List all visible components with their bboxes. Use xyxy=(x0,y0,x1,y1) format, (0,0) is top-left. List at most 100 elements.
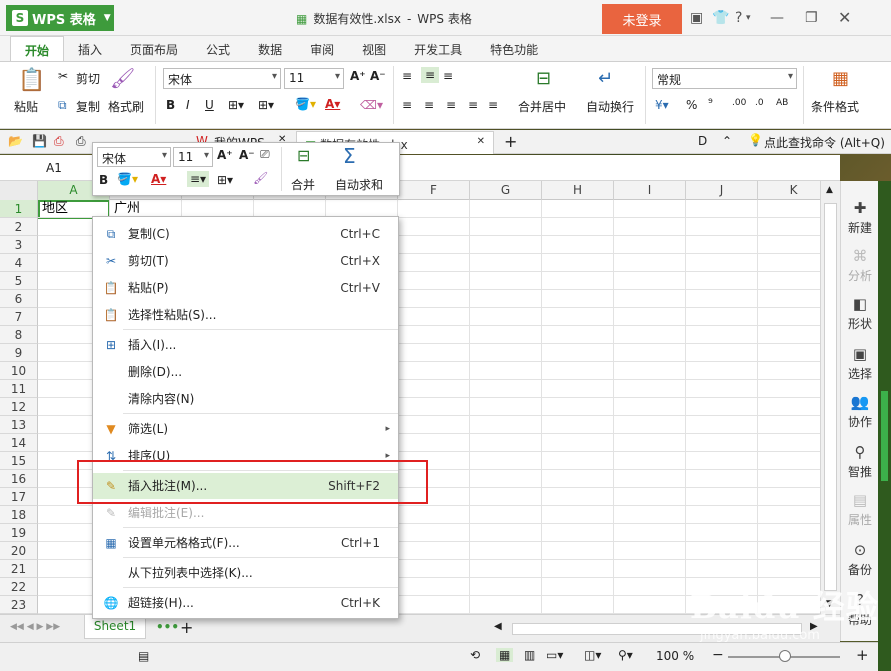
row-header[interactable]: 17 xyxy=(0,488,38,506)
row-header[interactable]: 3 xyxy=(0,236,38,254)
copy-icon[interactable]: ⧉ xyxy=(58,98,67,113)
decrease-decimal-icon[interactable]: .0 xyxy=(755,98,764,108)
menu-item[interactable]: 📋 粘贴(P) Ctrl+V xyxy=(93,275,398,301)
cell-style-icon[interactable]: ⊞▾ xyxy=(258,98,274,112)
pdf-icon[interactable]: ⎙ xyxy=(54,134,64,149)
shirt-icon[interactable]: 👕 xyxy=(712,10,729,26)
align-left-icon[interactable]: ≡ xyxy=(402,98,412,112)
zoom-slider-thumb[interactable] xyxy=(779,650,791,662)
row-header[interactable]: 15 xyxy=(0,452,38,470)
more-sheets-icon[interactable]: ••• xyxy=(156,620,179,634)
side-select-button[interactable]: ▣ 选择 xyxy=(841,345,879,382)
font-name-select[interactable]: 宋体 xyxy=(163,68,281,89)
column-header[interactable]: J xyxy=(686,181,758,200)
add-sheet-button[interactable]: + xyxy=(180,618,193,637)
column-header[interactable]: I xyxy=(614,181,686,200)
align-middle-icon[interactable]: ≡ xyxy=(421,67,440,83)
paste-button[interactable]: 粘贴 xyxy=(14,98,38,115)
currency-icon[interactable]: ¥▾ xyxy=(655,98,669,112)
scroll-up-icon[interactable]: ▲ xyxy=(826,185,833,195)
login-button[interactable]: 未登录 xyxy=(602,4,682,34)
menu-item[interactable]: 删除(D)... xyxy=(93,359,398,385)
mini-merge-button[interactable]: 合并 xyxy=(291,176,315,193)
row-header[interactable]: 18 xyxy=(0,506,38,524)
italic-icon[interactable]: I xyxy=(186,98,190,112)
tab-developer[interactable]: 开发工具 xyxy=(400,36,476,61)
scissors-icon[interactable]: ✂ xyxy=(58,69,68,83)
mini-font-name-select[interactable]: 宋体 xyxy=(97,147,171,167)
mini-bold-icon[interactable]: B xyxy=(99,173,108,187)
menu-item[interactable]: ▼ 筛选(L) ▸ xyxy=(93,416,398,442)
cell-a1[interactable]: 地区 xyxy=(42,200,68,218)
tab-page-layout[interactable]: 页面布局 xyxy=(116,36,192,61)
mini-font-color-icon[interactable]: A▾ xyxy=(151,172,166,186)
side-collab-button[interactable]: 👥 协作 xyxy=(841,393,879,430)
merge-center-icon[interactable]: ⊟ xyxy=(536,68,551,89)
number-convert-icon[interactable]: AB xyxy=(776,98,788,108)
menu-item[interactable]: 清除内容(N) xyxy=(93,386,398,412)
align-center-icon[interactable]: ≡ xyxy=(424,98,434,112)
comma-button[interactable]: ⁹ xyxy=(708,96,713,110)
sheet-nav-icon[interactable]: ◀◀ ◀ ▶ ▶▶ xyxy=(10,622,60,632)
tab-home[interactable]: 开始 xyxy=(10,36,65,61)
column-header[interactable]: F xyxy=(398,181,470,200)
side-shape-button[interactable]: ◧ 形状 xyxy=(841,295,879,332)
row-header[interactable]: 9 xyxy=(0,344,38,362)
wrap-text-icon[interactable]: ↵ xyxy=(598,68,613,89)
align-bottom-icon[interactable]: ≡ xyxy=(443,69,453,83)
open-folder-icon[interactable]: 📂 xyxy=(8,134,23,148)
zoom-level[interactable]: 100 % xyxy=(656,649,694,663)
close-tab-icon[interactable]: ✕ xyxy=(477,136,485,147)
collapse-ribbon-icon[interactable]: ⌃ xyxy=(722,134,732,148)
tab-data[interactable]: 数据 xyxy=(244,36,296,61)
tab-review[interactable]: 审阅 xyxy=(296,36,348,61)
fill-color-icon[interactable]: 🪣▾ xyxy=(295,97,316,111)
distribute-icon[interactable]: ≡ xyxy=(488,98,498,112)
mini-fill-color-icon[interactable]: 🪣▾ xyxy=(117,172,138,186)
side-backup-button[interactable]: ⊙ 备份 xyxy=(841,541,879,578)
menu-item[interactable]: ▦ 设置单元格格式(F)... Ctrl+1 xyxy=(93,530,398,556)
restore-icon[interactable]: ❐ xyxy=(805,10,818,26)
row-header[interactable]: 20 xyxy=(0,542,38,560)
save-icon[interactable]: 💾 xyxy=(32,134,47,148)
mini-merge-icon[interactable]: ⊟ xyxy=(297,146,310,165)
font-shrink-icon[interactable]: A⁻ xyxy=(370,69,386,83)
minimize-icon[interactable]: — xyxy=(770,10,784,26)
page-layout-view-icon[interactable]: ▭▾ xyxy=(546,648,563,662)
side-new-button[interactable]: ✚ 新建 xyxy=(841,199,879,236)
number-format-select[interactable]: 常规 xyxy=(652,68,797,89)
side-properties-button[interactable]: ▤ 属性 xyxy=(841,491,879,528)
column-header[interactable]: K xyxy=(758,181,820,200)
mini-border-icon[interactable]: ⊞▾ xyxy=(217,173,233,187)
reading-view-icon[interactable]: ◫▾ xyxy=(584,648,601,662)
tab-view[interactable]: 视图 xyxy=(348,36,400,61)
find-command-input[interactable]: 点此查找命令 (Alt+Q) xyxy=(764,134,885,151)
border-icon[interactable]: ⊞▾ xyxy=(228,98,244,112)
zoom-out-button[interactable]: − xyxy=(712,647,724,663)
conditional-format-button[interactable]: 条件格式 xyxy=(811,98,859,115)
close-icon[interactable]: ✕ xyxy=(838,8,851,27)
row-header[interactable]: 14 xyxy=(0,434,38,452)
mini-font-grow-icon[interactable]: A⁺ xyxy=(217,148,233,162)
row-header[interactable]: 1 xyxy=(0,200,38,218)
mini-align-icon[interactable]: ≡▾ xyxy=(187,171,210,187)
mini-font-shrink-icon[interactable]: A⁻ xyxy=(239,148,255,162)
percent-button[interactable]: % xyxy=(686,98,697,112)
menu-item[interactable]: 🌐 超链接(H)... Ctrl+K xyxy=(93,590,398,616)
page-break-view-icon[interactable]: ▥ xyxy=(524,648,535,662)
tab-formulas[interactable]: 公式 xyxy=(192,36,244,61)
eye-protect-icon[interactable]: ⚲▾ xyxy=(618,648,633,662)
mini-format-icon[interactable]: ⎚ xyxy=(260,147,270,162)
cut-button[interactable]: 剪切 xyxy=(76,70,100,87)
row-header[interactable]: 8 xyxy=(0,326,38,344)
menu-item[interactable]: 从下拉列表中选择(K)... xyxy=(93,560,398,586)
clear-icon[interactable]: ⌫▾ xyxy=(360,98,383,112)
merge-center-button[interactable]: 合并居中 xyxy=(518,98,566,115)
d-icon[interactable]: D xyxy=(698,134,707,148)
menu-item[interactable]: ⊞ 插入(I)... xyxy=(93,332,398,358)
font-grow-icon[interactable]: A⁺ xyxy=(350,69,366,83)
row-header[interactable]: 5 xyxy=(0,272,38,290)
macro-icon[interactable]: ▤ xyxy=(138,649,149,663)
justify-icon[interactable]: ≡ xyxy=(468,98,478,112)
tab-insert[interactable]: 插入 xyxy=(64,36,116,61)
